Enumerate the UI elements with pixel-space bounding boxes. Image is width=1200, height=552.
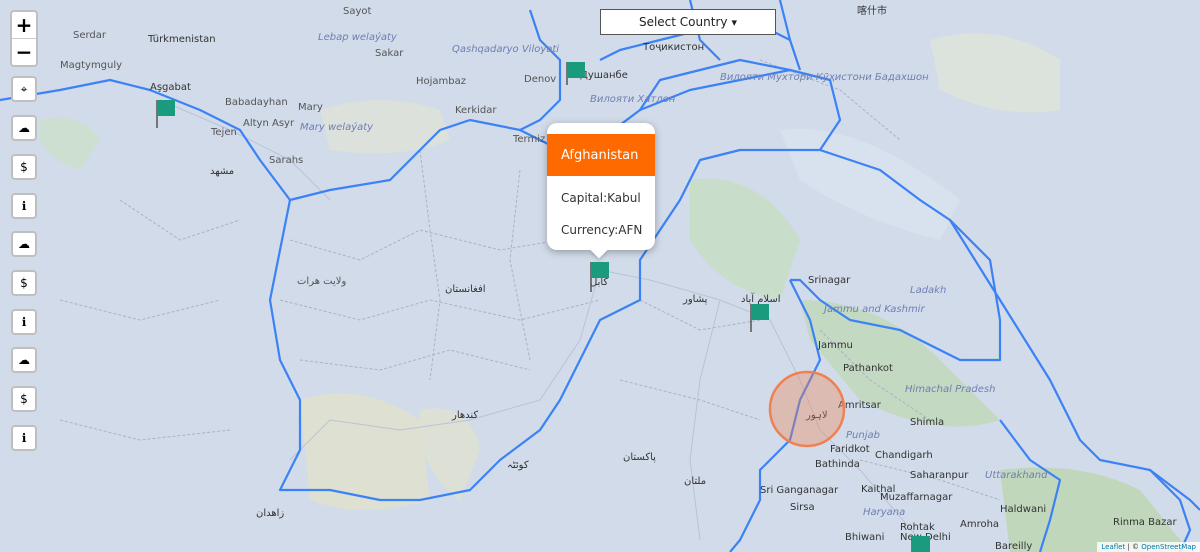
label-saharanpur: Saharanpur [910,470,969,481]
label-asgabat: Aşgabat [150,82,191,93]
label-mashhad: مشهد [210,166,234,177]
info-button[interactable]: ℹ [11,193,37,219]
label-mary-welayaty: Mary welaýaty [300,121,374,133]
dollar-icon: $ [20,160,28,174]
label-denov: Denov [524,74,556,85]
label-rinma: Rinma Bazar [1113,517,1177,528]
popup-currency: Currency:AFN [561,223,643,237]
label-bathinda: Bathinda [815,459,860,470]
label-jk: Jammu and Kashmir [822,304,925,315]
label-peshawar: پشاور [682,294,708,305]
country-popup: Afghanistan Capital:Kabul Currency:AFN [547,123,655,259]
cloud-icon: ☁ [18,121,30,135]
locate-icon: ⌖ [20,81,28,96]
label-jammu: Jammu [817,340,853,351]
label-islamabad: اسلام آباد [741,292,781,305]
label-hojambaz: Hojambaz [416,76,466,87]
label-altyn-asyr: Altyn Asyr [243,118,295,129]
label-saraks: Sarahs [269,155,303,166]
label-faridkot: Faridkot [830,444,870,455]
label-tejen: Tejen [210,127,237,138]
label-khatlon: Вилояти Хатлон [590,94,676,105]
label-termiz: Termiz [512,134,545,145]
zoom-out-button[interactable]: − [12,38,36,65]
info-icon: ℹ [21,199,27,213]
highlight-circle[interactable] [768,370,846,448]
label-sayot: Sayot [343,6,372,17]
weather-button-3[interactable]: ☁ [11,347,37,373]
label-pathankot: Pathankot [843,363,893,374]
label-herat: ولایت هرات [297,276,346,287]
label-hp: Himachal Pradesh [905,384,995,395]
locate-button[interactable]: ⌖ [11,76,37,102]
cloud-icon: ☁ [18,353,30,367]
map-canvas[interactable]: Serdar Türkmenistan Magtymguly Aşgabat B… [0,0,1200,552]
label-shimla: Shimla [910,417,944,428]
dollar-icon: $ [20,276,28,290]
popup-capital: Capital:Kabul [561,191,641,205]
label-haryana: Haryana [863,507,905,518]
label-dushanbe: Душанбе [580,70,628,81]
label-amroha: Amroha [960,519,999,530]
label-zahedan: زاهدان [256,508,284,519]
label-serdar: Serdar [73,30,107,41]
label-magtymguly: Magtymguly [60,60,122,71]
label-qashqadaryo: Qashqadaryo Viloyati [452,44,559,55]
osm-link[interactable]: OpenStreetMap [1141,543,1196,551]
label-punjab: Punjab [846,430,880,441]
dollar-icon: $ [20,392,28,406]
label-kaithal: Kaithal [861,484,895,495]
weather-button[interactable]: ☁ [11,115,37,141]
info-button-3[interactable]: ℹ [11,425,37,451]
popup-title: Afghanistan [547,134,655,176]
chevron-down-icon: ▾ [731,15,738,29]
select-country-dropdown[interactable]: Select Country ▾ [600,9,776,35]
label-sri-ganganagar: Sri Ganganagar [760,485,839,496]
label-babadayhan: Babadayhan [225,97,288,108]
zoom-control: + − [10,10,38,67]
label-tojikiston: Тоҷикистон [642,42,704,53]
attribution-separator: | © [1125,543,1142,551]
label-ladakh: Ladakh [910,285,946,296]
info-icon: ℹ [21,315,27,329]
label-pakistan: پاکستان [623,452,656,463]
label-uttarakhand: Uttarakhand [985,470,1048,481]
label-afghanistan: افغانستان [445,284,486,295]
label-kabul: کابل [590,277,608,288]
label-quetta: کوئٹہ [507,460,529,471]
label-bhiwani: Bhiwani [845,532,884,543]
select-country-label: Select Country [638,15,728,29]
label-kerkidar: Kerkidar [455,105,497,116]
label-bareilly: Bareilly [995,541,1032,552]
label-multan: ملتان [684,476,706,487]
label-chandigarh: Chandigarh [875,450,933,461]
map-attribution: Leaflet | © OpenStreetMap [1097,542,1200,552]
label-srinagar: Srinagar [808,275,851,286]
currency-button-2[interactable]: $ [11,270,37,296]
currency-button[interactable]: $ [11,154,37,180]
label-haldwani: Haldwani [1000,504,1046,515]
label-kandahar: کندهار [451,410,478,421]
info-icon: ℹ [21,431,27,445]
cloud-icon: ☁ [18,237,30,251]
label-sirsa: Sirsa [790,502,815,513]
label-turkmenistan: Türkmenistan [147,34,216,45]
weather-button-2[interactable]: ☁ [11,231,37,257]
info-button-2[interactable]: ℹ [11,309,37,335]
label-sakar: Sakar [375,48,404,59]
label-mary: Mary [298,102,323,113]
leaflet-link[interactable]: Leaflet [1101,543,1125,551]
zoom-in-button[interactable]: + [12,12,36,38]
label-kashgar: 喀什市 [857,4,887,17]
currency-button-3[interactable]: $ [11,386,37,412]
label-gbao: Вилояти Мухтори Кӯҳистони Бадахшон [720,72,929,83]
label-lebap: Lebap welaýaty [318,31,398,43]
flag-marker-india[interactable] [911,536,930,552]
